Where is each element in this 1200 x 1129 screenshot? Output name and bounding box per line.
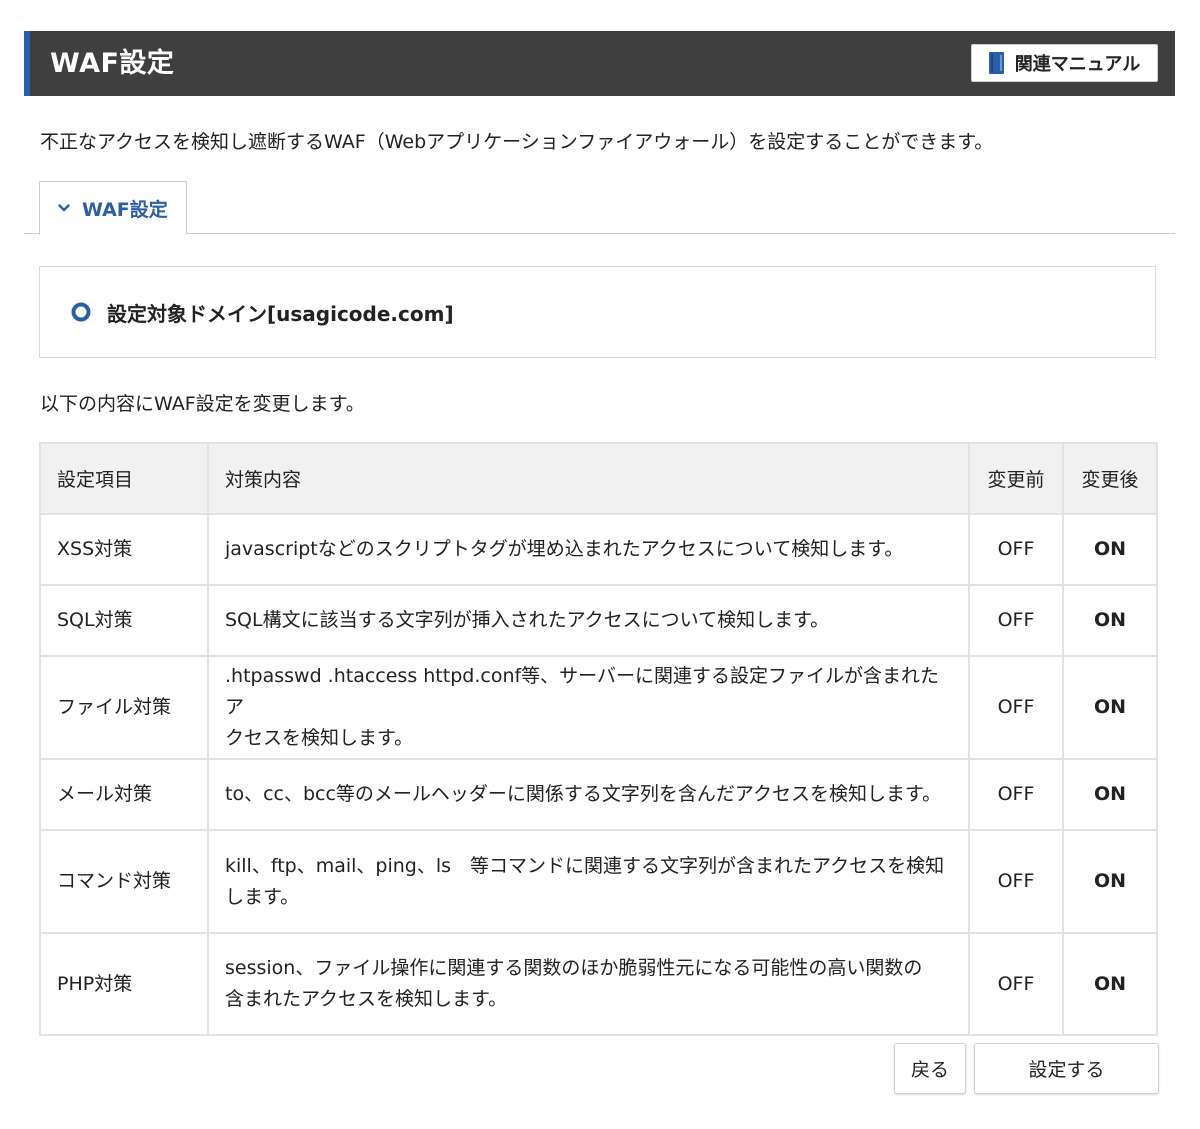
change-note: 以下の内容にWAF設定を変更します。	[40, 393, 365, 415]
row-content: session、ファイル操作に関連する関数のほか脆弱性元になる可能性の高い関数の…	[207, 932, 970, 1036]
table-header-row: 設定項目 対策内容 変更前 変更後	[39, 442, 1158, 515]
row-before: OFF	[968, 932, 1064, 1036]
target-domain-box: 設定対象ドメイン[usagicode.com]	[39, 266, 1156, 358]
row-before: OFF	[968, 758, 1064, 831]
tab-waf-settings[interactable]: WAF設定	[39, 181, 187, 235]
row-content-line: SQL構文に該当する文字列が挿入されたアクセスについて検知します。	[225, 609, 830, 631]
row-content: kill、ftp、mail、ping、ls 等コマンドに関連する文字列が含まれた…	[207, 829, 970, 934]
table-row: PHP対策 session、ファイル操作に関連する関数のほか脆弱性元になる可能性…	[39, 932, 1158, 1036]
row-content: to、cc、bcc等のメールヘッダーに関係する文字列を含んだアクセスを検知します…	[207, 758, 970, 831]
tab-divider	[24, 233, 1175, 234]
row-item: メール対策	[39, 758, 209, 831]
row-before: OFF	[968, 584, 1064, 657]
back-button[interactable]: 戻る	[894, 1043, 966, 1094]
waf-settings-table: 設定項目 対策内容 変更前 変更後 XSS対策 javascriptなどのスクリ…	[39, 442, 1158, 1036]
row-before: OFF	[968, 513, 1064, 586]
row-after: ON	[1062, 655, 1158, 760]
row-before: OFF	[968, 829, 1064, 934]
row-content-line: session、ファイル操作に関連する関数のほか脆弱性元になる可能性の高い関数の	[225, 957, 923, 979]
table-row: コマンド対策 kill、ftp、mail、ping、ls 等コマンドに関連する文…	[39, 829, 1158, 934]
row-content-line: javascriptなどのスクリプトタグが埋め込まれたアクセスについて検知します…	[225, 538, 904, 560]
row-content-line: .htpasswd .htaccess httpd.conf等、サーバーに関連す…	[225, 665, 939, 718]
radio-icon	[71, 302, 91, 322]
header-content: 対策内容	[207, 442, 970, 515]
header-after: 変更後	[1062, 442, 1158, 515]
table-row: SQL対策 SQL構文に該当する文字列が挿入されたアクセスについて検知します。 …	[39, 584, 1158, 657]
row-after: ON	[1062, 758, 1158, 831]
page-title: WAF設定	[50, 48, 175, 79]
row-item: PHP対策	[39, 932, 209, 1036]
submit-button[interactable]: 設定する	[974, 1043, 1159, 1094]
header-item: 設定項目	[39, 442, 209, 515]
target-domain-label: 設定対象ドメイン[usagicode.com]	[107, 301, 454, 326]
page-description: 不正なアクセスを検知し遮断するWAF（Webアプリケーションファイアウォール）を…	[40, 131, 994, 153]
table-row: メール対策 to、cc、bcc等のメールヘッダーに関係する文字列を含んだアクセス…	[39, 758, 1158, 831]
header-before: 変更前	[968, 442, 1064, 515]
row-content-line: クセスを検知します。	[225, 727, 414, 749]
row-before: OFF	[968, 655, 1064, 760]
table-row: ファイル対策 .htpasswd .htaccess httpd.conf等、サ…	[39, 655, 1158, 760]
row-content-line: kill、ftp、mail、ping、ls 等コマンドに関連する文字列が含まれた…	[225, 854, 945, 877]
row-content-line: します。	[225, 885, 300, 908]
row-after: ON	[1062, 829, 1158, 934]
chevron-down-icon	[58, 204, 70, 212]
row-item: XSS対策	[39, 513, 209, 586]
row-item: ファイル対策	[39, 655, 209, 760]
row-content: .htpasswd .htaccess httpd.conf等、サーバーに関連す…	[207, 655, 970, 760]
row-content-line: 含まれたアクセスを検知します。	[225, 988, 508, 1010]
row-after: ON	[1062, 932, 1158, 1036]
book-icon	[988, 52, 1004, 74]
row-item: コマンド対策	[39, 829, 209, 934]
page-header: WAF設定 関連マニュアル	[24, 31, 1175, 96]
tab-label: WAF設定	[82, 198, 168, 221]
related-manual-button[interactable]: 関連マニュアル	[971, 44, 1158, 82]
row-content: SQL構文に該当する文字列が挿入されたアクセスについて検知します。	[207, 584, 970, 657]
table-row: XSS対策 javascriptなどのスクリプトタグが埋め込まれたアクセスについ…	[39, 513, 1158, 586]
row-after: ON	[1062, 513, 1158, 586]
related-manual-label: 関連マニュアル	[1014, 54, 1141, 75]
row-after: ON	[1062, 584, 1158, 657]
row-content: javascriptなどのスクリプトタグが埋め込まれたアクセスについて検知します…	[207, 513, 970, 586]
row-content-line: to、cc、bcc等のメールヘッダーに関係する文字列を含んだアクセスを検知します…	[225, 783, 942, 805]
row-item: SQL対策	[39, 584, 209, 657]
